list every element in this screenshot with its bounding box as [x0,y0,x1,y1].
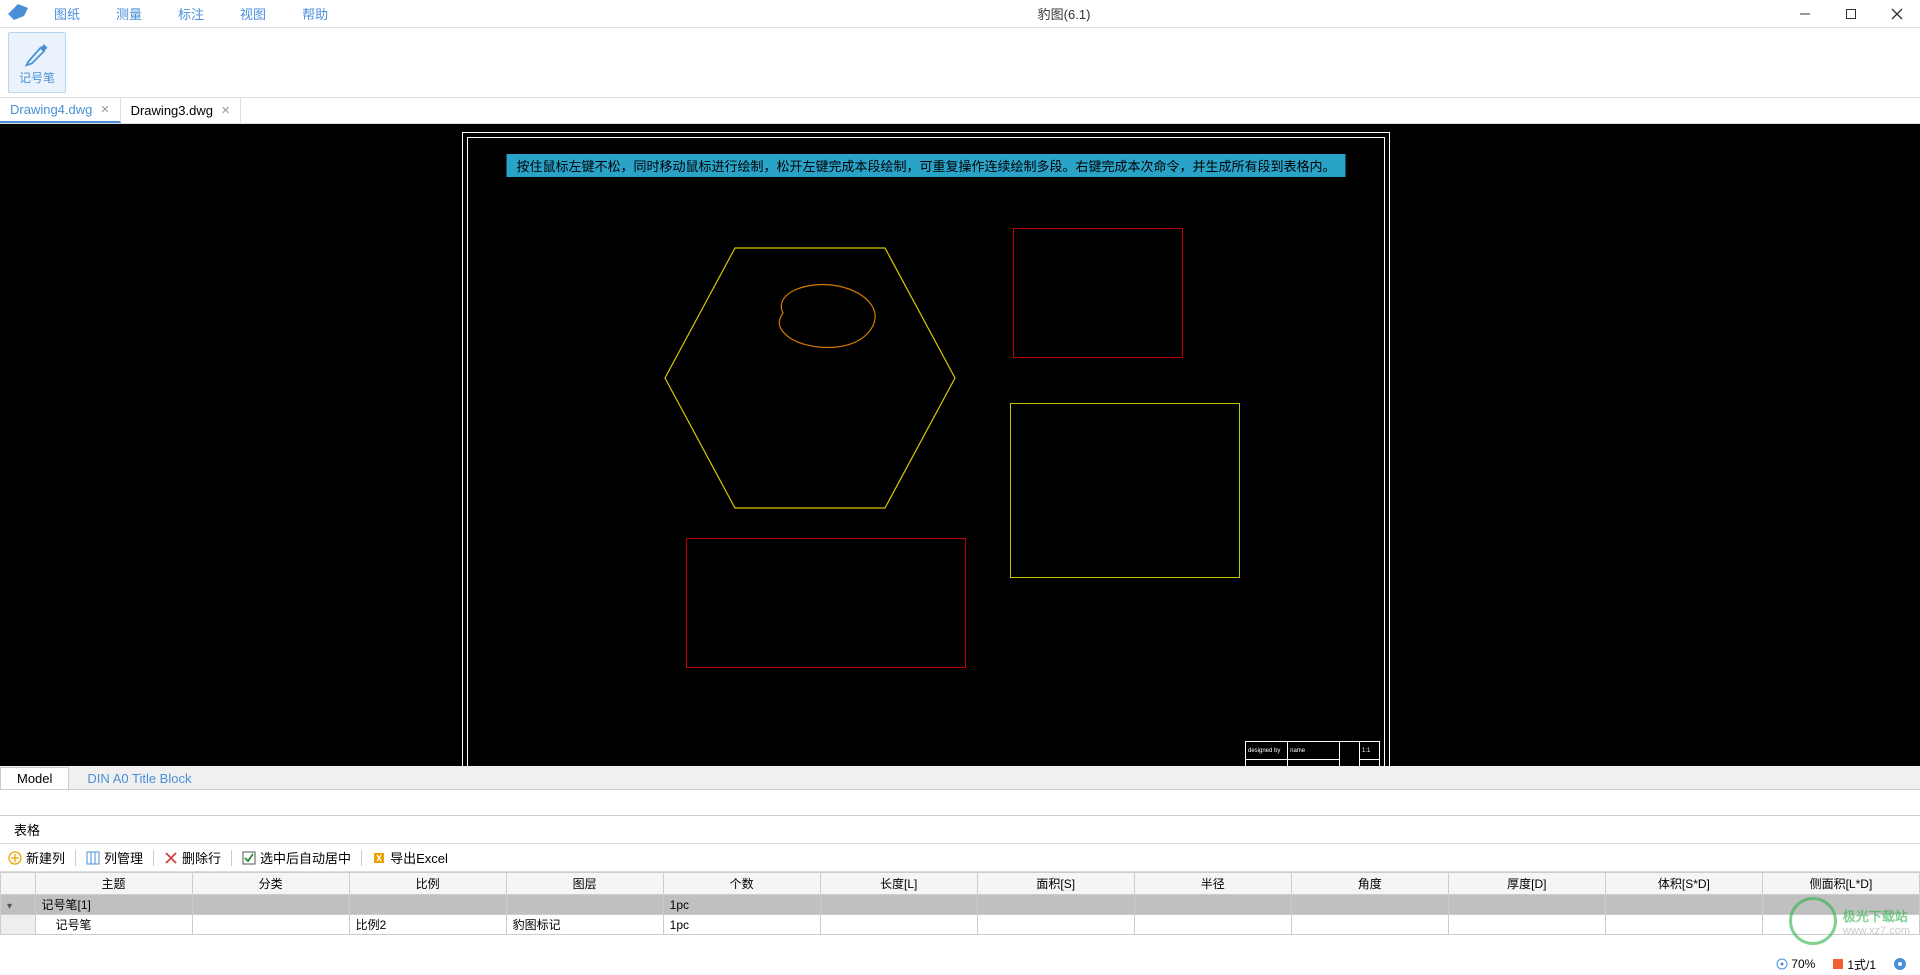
file-tab-label: Drawing3.dwg [131,103,213,118]
table-panel: 表格 新建列 列管理 删除行 选中后自动居中 导出Excel 主题 [0,815,1920,975]
delete-icon [164,851,178,865]
close-button[interactable] [1874,0,1920,28]
titlebar: 图纸 测量 标注 视图 帮助 豹图(6.1) [0,0,1920,28]
menu-annotate[interactable]: 标注 [160,0,222,27]
minimize-button[interactable] [1782,0,1828,28]
grid-header-row: 主题 分类 比例 图层 个数 长度[L] 面积[S] 半径 角度 厚度[D] 体… [1,873,1920,895]
file-tabs: Drawing4.dwg ✕ Drawing3.dwg ✕ [0,98,1920,124]
grid-data-row[interactable]: 记号笔 比例2 豹图标记 1pc [1,915,1920,935]
collapse-icon[interactable]: ▾ [7,901,12,912]
status-bar: 70% 1式/1 [1771,953,1920,975]
marker-pen-label: 记号笔 [19,69,55,86]
new-column-button[interactable]: 新建列 [8,848,65,867]
drawing-frame-inner: 按住鼠标左键不松，同时移动鼠标进行绘制，松开左键完成本段绘制，可重复操作连续绘制… [467,137,1385,790]
col-radius[interactable]: 半径 [1134,873,1291,895]
drawing-canvas[interactable]: 按住鼠标左键不松，同时移动鼠标进行绘制，松开左键完成本段绘制，可重复操作连续绘制… [0,124,1920,790]
col-category[interactable]: 分类 [192,873,349,895]
layout-tabs: Model DIN A0 Title Block [0,766,1920,790]
col-area[interactable]: 面积[S] [977,873,1134,895]
target-icon [1775,957,1789,971]
marker-stroke [768,278,888,358]
red-rectangle-bottom [686,538,966,668]
table-toolbar: 新建列 列管理 删除行 选中后自动居中 导出Excel [0,844,1920,872]
file-tab-drawing3[interactable]: Drawing3.dwg ✕ [121,98,242,123]
auto-center-checkbox[interactable]: 选中后自动居中 [242,848,351,867]
zoom-indicator[interactable]: 70% [1771,957,1819,971]
close-icon[interactable]: ✕ [221,104,230,117]
export-excel-button[interactable]: 导出Excel [372,848,448,867]
col-thickness[interactable]: 厚度[D] [1448,873,1605,895]
export-icon [372,851,386,865]
checkbox-checked-icon [242,851,256,865]
hint-banner: 按住鼠标左键不松，同时移动鼠标进行绘制，松开左键完成本段绘制，可重复操作连续绘制… [506,154,1345,177]
marker-pen-button[interactable]: 记号笔 [8,32,66,93]
menu-drawing[interactable]: 图纸 [36,0,98,27]
table-panel-title: 表格 [0,816,1920,844]
data-grid[interactable]: 主题 分类 比例 图层 个数 长度[L] 面积[S] 半径 角度 厚度[D] 体… [0,872,1920,935]
col-count[interactable]: 个数 [663,873,820,895]
col-angle[interactable]: 角度 [1291,873,1448,895]
tab-layout[interactable]: DIN A0 Title Block [71,768,207,789]
drawing-frame-outer: 按住鼠标左键不松，同时移动鼠标进行绘制，松开左键完成本段绘制，可重复操作连续绘制… [462,132,1390,790]
settings-icon[interactable] [1888,956,1912,972]
sheet-indicator[interactable]: 1式/1 [1827,956,1880,973]
ribbon: 记号笔 [0,28,1920,98]
menu-measure[interactable]: 测量 [98,0,160,27]
manage-columns-button[interactable]: 列管理 [86,848,143,867]
col-layer[interactable]: 图层 [506,873,663,895]
col-topic[interactable]: 主题 [35,873,192,895]
columns-icon [86,851,100,865]
marker-pen-icon [23,39,51,67]
sheet-icon [1831,957,1845,971]
grid-group-row[interactable]: ▾ 记号笔[1] 1pc [1,895,1920,915]
delete-row-button[interactable]: 删除行 [164,848,221,867]
col-ratio[interactable]: 比例 [349,873,506,895]
close-icon[interactable]: ✕ [100,103,109,116]
yellow-rectangle [1010,403,1240,578]
col-length[interactable]: 长度[L] [820,873,977,895]
col-sidearea[interactable]: 侧面积[L*D] [1762,873,1919,895]
red-rectangle-top [1013,228,1183,358]
main-menu: 图纸 测量 标注 视图 帮助 [36,0,346,27]
maximize-button[interactable] [1828,0,1874,28]
plus-icon [8,851,22,865]
tab-model[interactable]: Model [0,767,69,789]
app-logo-icon [6,2,30,26]
file-tab-label: Drawing4.dwg [10,102,92,117]
menu-help[interactable]: 帮助 [284,0,346,27]
file-tab-drawing4[interactable]: Drawing4.dwg ✕ [0,98,121,123]
menu-view[interactable]: 视图 [222,0,284,27]
col-volume[interactable]: 体积[S*D] [1605,873,1762,895]
window-title: 豹图(6.1) [346,4,1782,23]
